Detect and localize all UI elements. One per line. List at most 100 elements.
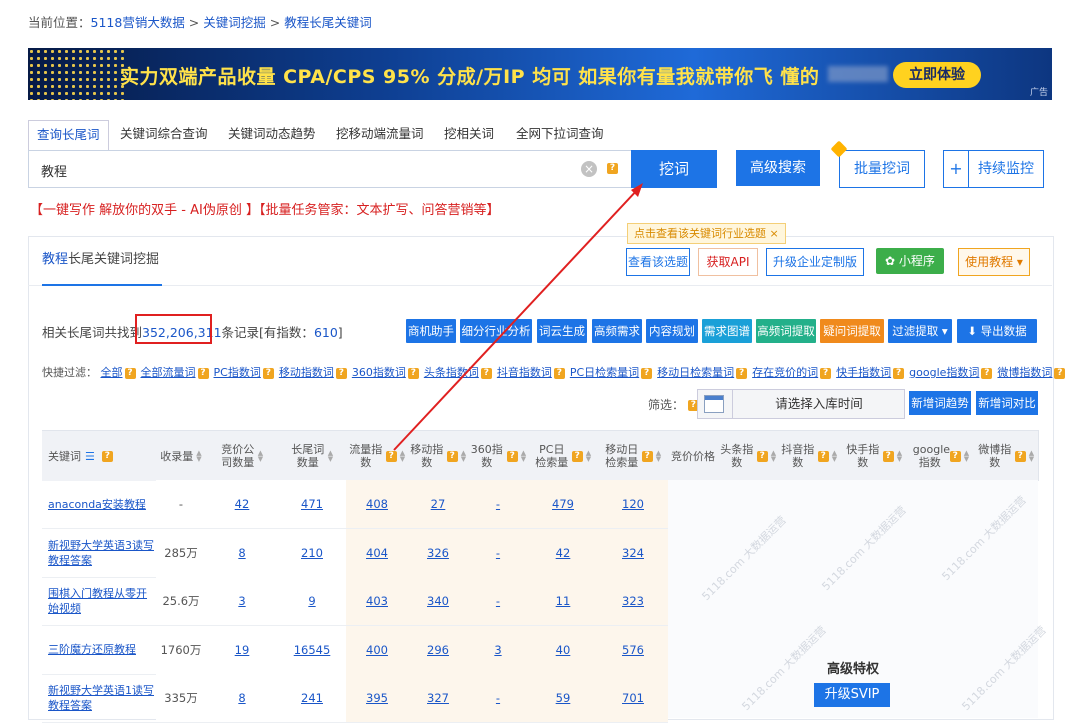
breadcrumb-link-current[interactable]: 教程长尾关键词 bbox=[284, 15, 372, 30]
help-icon[interactable]: ? bbox=[981, 367, 993, 379]
table-cell-s360[interactable]: 3 bbox=[468, 625, 528, 675]
keyword-link[interactable]: 新视野大学英语3读写教程答案 bbox=[42, 529, 156, 578]
column-header[interactable]: 移动指数? ▲ ▼ bbox=[408, 430, 469, 481]
help-icon[interactable]: ? bbox=[197, 367, 209, 379]
keyword-link[interactable]: 三阶魔方还原教程 bbox=[42, 626, 156, 675]
quick-filter-link[interactable]: PC指数词 bbox=[214, 366, 261, 379]
table-cell-yidong[interactable]: 340 bbox=[408, 577, 468, 626]
help-icon[interactable]: ? bbox=[506, 450, 518, 462]
tab-comprehensive[interactable]: 关键词综合查询 bbox=[120, 120, 208, 150]
help-icon[interactable]: ? bbox=[385, 450, 397, 462]
table-cell-s360[interactable]: - bbox=[468, 480, 528, 529]
table-cell-jingjia[interactable]: 8 bbox=[206, 528, 278, 578]
batch-dig-button[interactable]: 批量挖词 bbox=[839, 150, 925, 188]
tab-trend[interactable]: 关键词动态趋势 bbox=[228, 120, 316, 150]
table-cell-changwei[interactable]: 241 bbox=[278, 674, 346, 723]
breadcrumb-link-keyword-mining[interactable]: 关键词挖掘 bbox=[203, 15, 266, 30]
table-cell-s360[interactable]: - bbox=[468, 674, 528, 723]
quick-filter-link[interactable]: google指数词 bbox=[909, 366, 979, 379]
table-cell-changwei[interactable]: 471 bbox=[278, 480, 346, 529]
table-cell-mobile[interactable]: 120 bbox=[598, 480, 668, 529]
help-icon[interactable]: ? bbox=[335, 367, 347, 379]
ad-banner[interactable]: 实力双端产品收量 CPA/CPS 95% 分成/万IP 均可 如果你有量我就带你… bbox=[28, 48, 1052, 100]
sort-icon[interactable]: ▲ ▼ bbox=[196, 450, 201, 463]
table-cell-changwei[interactable]: 16545 bbox=[278, 625, 346, 675]
clear-icon[interactable]: × bbox=[581, 161, 597, 177]
help-icon[interactable]: ? bbox=[262, 367, 274, 379]
table-cell-changwei[interactable]: 9 bbox=[278, 577, 346, 626]
help-icon[interactable]: ? bbox=[571, 450, 583, 462]
keyword-link[interactable]: anaconda安装教程 bbox=[42, 480, 156, 529]
tab-mobile-traffic[interactable]: 挖移动端流量词 bbox=[336, 120, 424, 150]
quick-filter-link[interactable]: 移动指数词 bbox=[279, 366, 334, 379]
keyword-link[interactable]: 围棋入门教程从零开始视频 bbox=[42, 577, 156, 626]
quick-filter-link[interactable]: PC日检索量词 bbox=[570, 366, 639, 379]
filter-button[interactable]: 需求图谱 bbox=[702, 319, 752, 343]
column-header[interactable]: 流量指数? ▲ ▼ bbox=[346, 430, 409, 481]
column-header[interactable]: 抖音指数? ▲ ▼ bbox=[778, 430, 841, 481]
advanced-search-button[interactable]: 高级搜索 bbox=[736, 150, 820, 186]
help-icon[interactable]: ? bbox=[1054, 367, 1066, 379]
sort-icon[interactable]: ▲ ▼ bbox=[656, 450, 661, 463]
table-cell-jingjia[interactable]: 8 bbox=[206, 674, 278, 723]
table-cell-pc[interactable]: 479 bbox=[528, 480, 598, 529]
sort-icon[interactable]: ▲ ▼ bbox=[832, 450, 837, 463]
filter-button[interactable]: 内容规划 bbox=[646, 319, 698, 343]
column-header[interactable]: 360指数? ▲ ▼ bbox=[468, 430, 529, 481]
table-cell-mobile[interactable]: 324 bbox=[598, 528, 668, 578]
tab-dropdown-words[interactable]: 全网下拉词查询 bbox=[516, 120, 604, 150]
date-picker[interactable]: 请选择入库时间 bbox=[697, 389, 905, 419]
help-icon[interactable]: ? bbox=[817, 450, 829, 462]
column-header[interactable]: 快手指数? ▲ ▼ bbox=[840, 430, 909, 481]
table-cell-yidong[interactable]: 27 bbox=[408, 480, 468, 529]
sort-icon[interactable]: ▲ ▼ bbox=[586, 450, 591, 463]
tab-long-tail[interactable]: 查询长尾词 bbox=[28, 120, 109, 152]
column-header[interactable]: 竞价公司数量 ▲ ▼ bbox=[206, 430, 279, 481]
column-header[interactable]: 长尾词数量 ▲ ▼ bbox=[278, 430, 347, 481]
help-icon[interactable]: ? bbox=[756, 450, 768, 462]
table-cell-jingjia[interactable]: 3 bbox=[206, 577, 278, 626]
help-icon[interactable]: ? bbox=[820, 367, 832, 379]
help-icon[interactable]: ? bbox=[446, 450, 458, 462]
new-word-compare-button[interactable]: 新增词对比 bbox=[976, 391, 1038, 415]
monitor-button[interactable]: + 持续监控 bbox=[943, 150, 1044, 188]
help-icon[interactable]: ? bbox=[893, 367, 905, 379]
quick-filter-link[interactable]: 存在竞价的词 bbox=[752, 366, 818, 379]
keyword-link[interactable]: 新视野大学英语1读写教程答案 bbox=[42, 674, 156, 723]
help-icon[interactable]: ? bbox=[607, 163, 618, 174]
sort-icon[interactable]: ▲ ▼ bbox=[771, 450, 776, 463]
sort-icon[interactable]: ▲ ▼ bbox=[1029, 450, 1034, 463]
tab-related[interactable]: 挖相关词 bbox=[444, 120, 494, 150]
table-cell-liuliang[interactable]: 403 bbox=[346, 577, 408, 626]
quick-filter-link[interactable]: 全部 bbox=[101, 366, 123, 379]
quick-filter-link[interactable]: 全部流量词 bbox=[141, 366, 196, 379]
help-icon[interactable]: ? bbox=[124, 367, 136, 379]
column-header[interactable]: 收录量 ▲ ▼ bbox=[156, 430, 207, 481]
column-header[interactable]: PC日检索量? ▲ ▼ bbox=[528, 430, 599, 481]
table-cell-s360[interactable]: - bbox=[468, 528, 528, 578]
banner-cta-button[interactable]: 立即体验 bbox=[893, 62, 981, 88]
column-header[interactable]: 关键词 ☰? bbox=[42, 430, 157, 481]
help-icon[interactable]: ? bbox=[553, 367, 565, 379]
column-header[interactable]: 竞价价格 bbox=[668, 430, 719, 481]
filter-button[interactable]: 疑问词提取 bbox=[820, 319, 884, 343]
table-cell-pc[interactable]: 11 bbox=[528, 577, 598, 626]
sort-icon[interactable]: ▲ ▼ bbox=[258, 450, 263, 463]
table-cell-pc[interactable]: 40 bbox=[528, 625, 598, 675]
view-topic-button[interactable]: 查看该选题 bbox=[626, 248, 690, 276]
table-cell-liuliang[interactable]: 404 bbox=[346, 528, 408, 578]
mini-program-button[interactable]: ✿ 小程序 bbox=[876, 248, 944, 274]
sort-icon[interactable]: ▲ ▼ bbox=[521, 450, 526, 463]
help-icon[interactable]: ? bbox=[641, 450, 653, 462]
sort-icon[interactable]: ▲ ▼ bbox=[964, 450, 969, 463]
column-header[interactable]: 微博指数? ▲ ▼ bbox=[974, 430, 1039, 481]
help-icon[interactable]: ? bbox=[949, 450, 961, 462]
quick-filter-link[interactable]: 抖音指数词 bbox=[497, 366, 552, 379]
table-cell-jingjia[interactable]: 42 bbox=[206, 480, 278, 529]
sort-icon[interactable]: ▲ ▼ bbox=[897, 450, 902, 463]
sort-icon[interactable]: ▲ ▼ bbox=[400, 450, 405, 463]
list-icon[interactable]: ☰ bbox=[85, 450, 95, 463]
table-cell-liuliang[interactable]: 400 bbox=[346, 625, 408, 675]
column-header[interactable]: google指数? ▲ ▼ bbox=[908, 430, 975, 481]
promo-link[interactable]: 【一键写作 解放你的双手 - AI伪原创 】【批量任务管家：文本扩写、问答营销等… bbox=[30, 199, 499, 218]
